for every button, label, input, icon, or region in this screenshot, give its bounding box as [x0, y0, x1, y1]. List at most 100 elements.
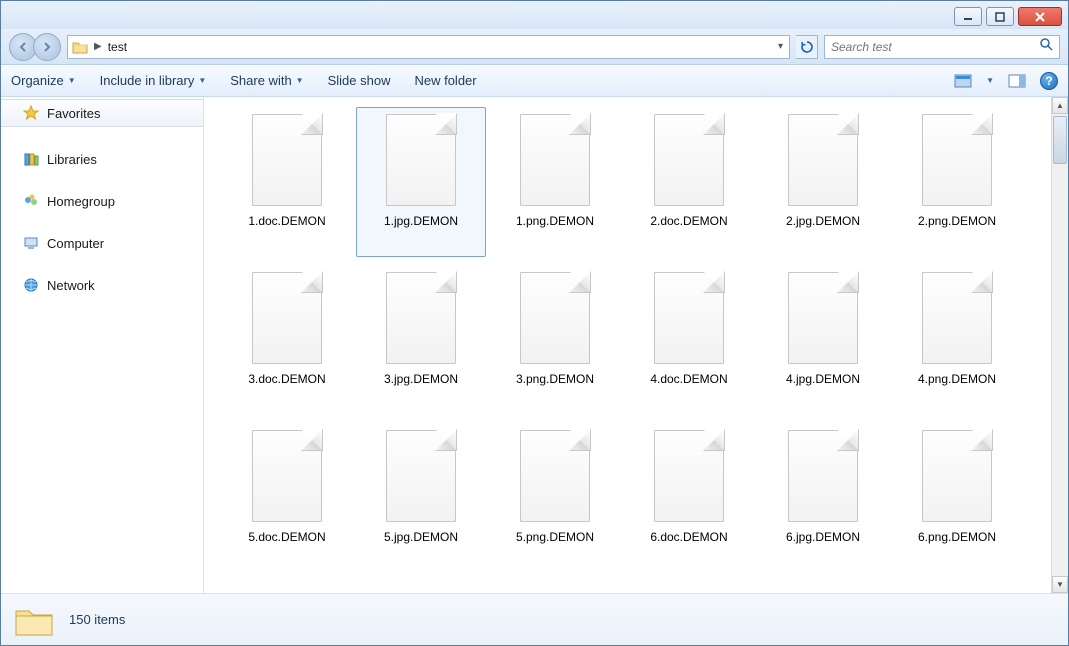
sidebar: Favorites Libraries Homegroup Computer	[1, 97, 204, 593]
toolbar-organize[interactable]: Organize ▼	[11, 73, 76, 88]
folder-icon	[13, 601, 55, 639]
file-label: 1.jpg.DEMON	[384, 214, 458, 228]
sidebar-item-homegroup[interactable]: Homegroup	[1, 187, 203, 215]
file-icon	[654, 430, 724, 522]
file-item[interactable]: 2.doc.DEMON	[624, 107, 754, 257]
sidebar-item-favorites[interactable]: Favorites	[1, 99, 203, 127]
file-item[interactable]: 5.png.DEMON	[490, 423, 620, 573]
file-item[interactable]: 6.doc.DEMON	[624, 423, 754, 573]
file-grid: 1.doc.DEMON 1.jpg.DEMON 1.png.DEMON 2.doc.D…	[222, 107, 1043, 573]
status-item-count: 150 items	[69, 612, 125, 627]
file-label: 2.jpg.DEMON	[786, 214, 860, 228]
toolbar: Organize▼ Include in library▼ Share with…	[1, 65, 1068, 97]
toolbar-label: Include in library	[100, 73, 195, 88]
file-label: 4.jpg.DEMON	[786, 372, 860, 386]
file-label: 4.png.DEMON	[918, 372, 996, 386]
libraries-icon	[23, 151, 39, 167]
chevron-down-icon: ▼	[68, 76, 76, 85]
search-box[interactable]	[824, 35, 1060, 59]
file-item[interactable]: 4.doc.DEMON	[624, 265, 754, 415]
toolbar-new-folder[interactable]: New folder	[414, 73, 476, 88]
close-button[interactable]	[1018, 7, 1062, 26]
file-item[interactable]: 6.jpg.DEMON	[758, 423, 888, 573]
refresh-button[interactable]	[796, 35, 818, 59]
view-options-button[interactable]	[952, 71, 974, 91]
file-item[interactable]: 5.doc.DEMON	[222, 423, 352, 573]
file-icon	[520, 114, 590, 206]
sidebar-item-label: Libraries	[47, 152, 97, 167]
file-item[interactable]: 1.jpg.DEMON	[356, 107, 486, 257]
file-label: 6.doc.DEMON	[650, 530, 727, 544]
scroll-down-button[interactable]: ▼	[1052, 576, 1068, 593]
sidebar-item-computer[interactable]: Computer	[1, 229, 203, 257]
file-icon	[252, 114, 322, 206]
titlebar	[1, 1, 1068, 29]
scroll-up-button[interactable]: ▲	[1052, 97, 1068, 114]
file-pane[interactable]: 1.doc.DEMON 1.jpg.DEMON 1.png.DEMON 2.doc.D…	[204, 97, 1051, 593]
content-area: 1.doc.DEMON 1.jpg.DEMON 1.png.DEMON 2.doc.D…	[204, 97, 1068, 593]
file-item[interactable]: 1.png.DEMON	[490, 107, 620, 257]
file-label: 6.png.DEMON	[918, 530, 996, 544]
vertical-scrollbar[interactable]: ▲ ▼	[1051, 97, 1068, 593]
file-icon	[654, 272, 724, 364]
file-item[interactable]: 2.png.DEMON	[892, 107, 1022, 257]
file-label: 1.png.DEMON	[516, 214, 594, 228]
address-bar[interactable]: ▶ test ▾	[67, 35, 790, 59]
help-button[interactable]: ?	[1040, 72, 1058, 90]
file-item[interactable]: 5.jpg.DEMON	[356, 423, 486, 573]
file-label: 1.doc.DEMON	[248, 214, 325, 228]
file-item[interactable]: 4.jpg.DEMON	[758, 265, 888, 415]
address-dropdown-icon[interactable]: ▾	[774, 41, 787, 52]
file-label: 5.png.DEMON	[516, 530, 594, 544]
file-item[interactable]: 1.doc.DEMON	[222, 107, 352, 257]
file-icon	[922, 430, 992, 522]
breadcrumb-folder[interactable]: test	[108, 40, 127, 54]
toolbar-share-with[interactable]: Share with▼	[230, 73, 303, 88]
file-label: 3.jpg.DEMON	[384, 372, 458, 386]
breadcrumb-separator-icon[interactable]: ▶	[94, 41, 102, 52]
toolbar-label: Slide show	[328, 73, 391, 88]
scroll-track[interactable]	[1052, 114, 1068, 576]
sidebar-item-network[interactable]: Network	[1, 271, 203, 299]
file-icon	[386, 430, 456, 522]
maximize-button[interactable]	[986, 7, 1014, 26]
file-label: 6.jpg.DEMON	[786, 530, 860, 544]
file-item[interactable]: 3.png.DEMON	[490, 265, 620, 415]
toolbar-label: Organize	[11, 73, 64, 88]
file-item[interactable]: 6.png.DEMON	[892, 423, 1022, 573]
file-icon	[520, 272, 590, 364]
file-icon	[788, 430, 858, 522]
minimize-button[interactable]	[954, 7, 982, 26]
sidebar-item-label: Network	[47, 278, 95, 293]
nav-forward-button[interactable]	[33, 33, 61, 61]
file-item[interactable]: 3.doc.DEMON	[222, 265, 352, 415]
search-icon[interactable]	[1039, 37, 1053, 56]
sidebar-item-label: Computer	[47, 236, 104, 251]
sidebar-item-libraries[interactable]: Libraries	[1, 145, 203, 173]
file-item[interactable]: 4.png.DEMON	[892, 265, 1022, 415]
toolbar-include-library[interactable]: Include in library▼	[100, 73, 207, 88]
toolbar-right: ▼ ?	[952, 71, 1058, 91]
folder-icon	[72, 39, 88, 55]
toolbar-slide-show[interactable]: Slide show	[328, 73, 391, 88]
scroll-thumb[interactable]	[1053, 116, 1067, 164]
computer-icon	[23, 235, 39, 251]
file-item[interactable]: 3.jpg.DEMON	[356, 265, 486, 415]
search-input[interactable]	[831, 40, 1039, 54]
preview-pane-button[interactable]	[1006, 71, 1028, 91]
chevron-down-icon[interactable]: ▼	[986, 76, 994, 85]
file-icon	[922, 272, 992, 364]
file-icon	[788, 272, 858, 364]
file-label: 5.jpg.DEMON	[384, 530, 458, 544]
explorer-window: ▶ test ▾ Organize▼ Include in library▼ S…	[0, 0, 1069, 646]
toolbar-label: Share with	[230, 73, 291, 88]
sidebar-item-label: Homegroup	[47, 194, 115, 209]
nav-arrows	[9, 33, 61, 61]
file-label: 3.doc.DEMON	[248, 372, 325, 386]
body: Favorites Libraries Homegroup Computer	[1, 97, 1068, 593]
status-bar: 150 items	[1, 593, 1068, 645]
homegroup-icon	[23, 193, 39, 209]
chevron-down-icon: ▼	[198, 76, 206, 85]
file-icon	[654, 114, 724, 206]
file-item[interactable]: 2.jpg.DEMON	[758, 107, 888, 257]
